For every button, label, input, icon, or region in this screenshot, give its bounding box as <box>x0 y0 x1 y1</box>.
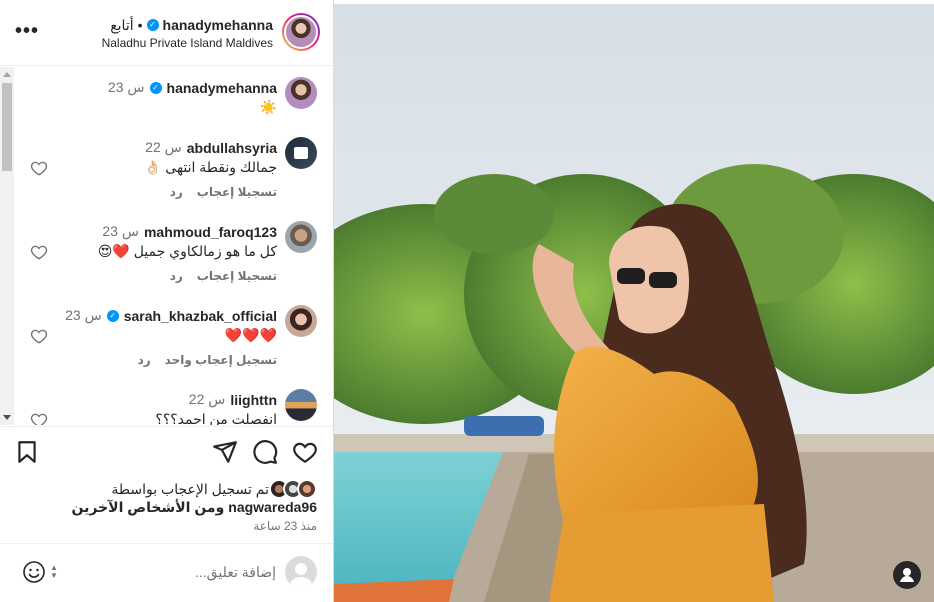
post-actions: تم تسجيل الإعجاب بواسطة nagwareda96 ومن … <box>0 426 333 602</box>
comment-username[interactable]: liighttn <box>230 392 277 408</box>
caption-avatar[interactable] <box>285 77 317 109</box>
comment-username[interactable]: sarah_khazbak_official <box>124 308 277 324</box>
liker-avatars[interactable] <box>269 479 317 499</box>
comment-time[interactable]: 23 س <box>65 307 102 324</box>
comment-avatar[interactable] <box>285 137 317 169</box>
header-username[interactable]: hanadymehanna <box>163 17 273 33</box>
comment-username[interactable]: abdullahsyria <box>187 140 277 156</box>
send-icon[interactable] <box>212 439 238 465</box>
verified-badge-icon: ✓ <box>106 309 119 322</box>
comment-heart-icon[interactable] <box>30 159 48 177</box>
emoji-icon[interactable] <box>22 560 46 584</box>
comment-heart-icon[interactable] <box>30 243 48 261</box>
likes-prefix: تم تسجيل الإعجاب بواسطة <box>111 480 269 497</box>
comments-scrollbar[interactable] <box>0 67 14 425</box>
comment-icon[interactable] <box>252 439 278 465</box>
reply-button[interactable]: رد <box>138 353 151 367</box>
post-photo[interactable] <box>334 4 934 602</box>
reply-button[interactable]: رد <box>170 269 183 283</box>
header-avatar[interactable] <box>282 13 320 51</box>
likes-others[interactable]: ومن الأشخاص الآخرين <box>71 499 224 516</box>
current-user-avatar <box>285 556 317 588</box>
liker-avatar <box>297 479 317 499</box>
comment-heart-icon[interactable] <box>30 327 48 345</box>
post-header: ••• hanadymehanna ✓ • أتابع Naladhu Priv… <box>0 0 333 66</box>
post-time[interactable]: منذ 23 ساعة <box>253 519 317 533</box>
comments-list[interactable]: hanadymehanna ✓ 23 س ☀️ abdullahsyria 22… <box>0 67 333 425</box>
likes-row: تم تسجيل الإعجاب بواسطة <box>111 479 317 499</box>
header-separator: • <box>137 17 143 33</box>
comment-likes-count[interactable]: تسجيلا إعجاب <box>197 269 277 283</box>
verified-badge-icon: ✓ <box>146 19 159 31</box>
user-tag-glyph <box>900 568 914 582</box>
divider <box>0 543 333 544</box>
emoji-caret-icon[interactable]: ▲ ▼ <box>50 564 62 580</box>
caption-username[interactable]: hanadymehanna <box>167 80 277 96</box>
comment-username[interactable]: mahmoud_faroq123 <box>144 224 277 240</box>
photo-image <box>334 4 934 602</box>
header-location[interactable]: Naladhu Private Island Maldives <box>102 36 273 50</box>
comment-likes-count[interactable]: تسجيلا إعجاب <box>197 185 277 199</box>
comment-text: كل ما هو زمالكاوي جميل ❤️😍 <box>97 243 277 259</box>
likes-line: nagwareda96 ومن الأشخاص الآخرين <box>71 499 317 516</box>
scroll-down-arrow-icon[interactable] <box>3 415 11 420</box>
comment-likes-count[interactable]: تسجيل إعجاب واحد <box>165 353 277 367</box>
comment-avatar[interactable] <box>285 305 317 337</box>
more-options-icon[interactable]: ••• <box>14 20 40 46</box>
comment-time[interactable]: 22 س <box>145 139 182 156</box>
comment-time[interactable]: 23 س <box>102 223 139 240</box>
caption-text: ☀️ <box>259 99 277 115</box>
comment-text: انفصلت من احمد؟؟؟ <box>155 411 277 425</box>
comment-text: جمالك ونقطة انتهى 👌🏻 <box>143 159 277 175</box>
header-user-line: hanadymehanna ✓ • أتابع <box>110 16 273 34</box>
comment-text: ❤️❤️❤️ <box>224 327 277 343</box>
heart-icon[interactable] <box>292 439 318 465</box>
comment-heart-icon[interactable] <box>30 411 48 425</box>
scrollbar-thumb[interactable] <box>2 83 12 171</box>
comment-time[interactable]: 22 س <box>189 391 226 408</box>
comment-avatar[interactable] <box>285 389 317 421</box>
liker-username[interactable]: nagwareda96 <box>228 499 317 516</box>
reply-button[interactable]: رد <box>170 185 183 199</box>
follow-button[interactable]: أتابع <box>110 17 133 34</box>
add-comment-input[interactable] <box>70 561 276 583</box>
scroll-up-arrow-icon[interactable] <box>3 72 11 77</box>
user-tag-icon[interactable] <box>893 561 921 589</box>
comment-avatar[interactable] <box>285 221 317 253</box>
caption-time[interactable]: 23 س <box>108 79 145 96</box>
verified-badge-icon: ✓ <box>149 81 162 94</box>
post-panel: ••• hanadymehanna ✓ • أتابع Naladhu Priv… <box>0 0 334 602</box>
bookmark-icon[interactable] <box>14 439 40 465</box>
